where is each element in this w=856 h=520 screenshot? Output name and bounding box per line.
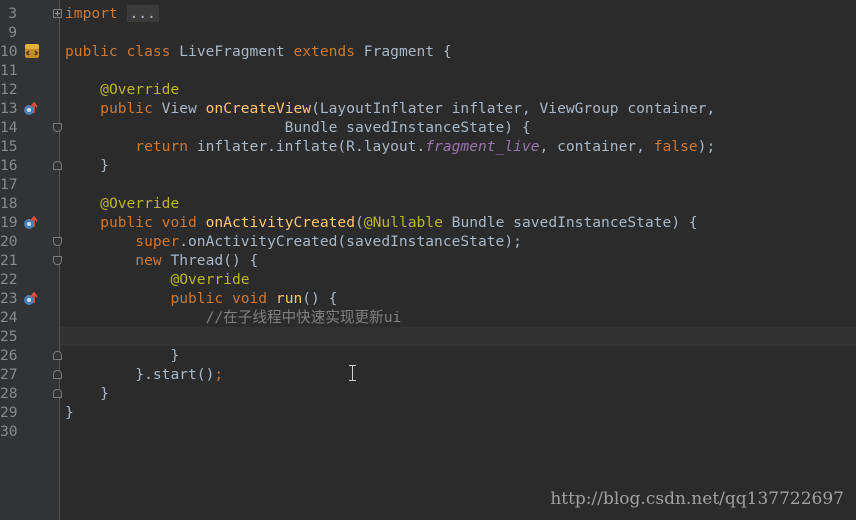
line-number: 10 <box>0 43 18 60</box>
keyword: public <box>65 43 118 60</box>
annotation: @Override <box>170 271 250 288</box>
code-text: Fragment { <box>363 43 452 60</box>
line-number: 18 <box>0 195 18 212</box>
keyword: void <box>161 214 197 231</box>
line-number: 21 <box>0 252 18 269</box>
code-text: } <box>100 157 109 174</box>
keyword: import <box>65 5 118 22</box>
code-text: inflater.inflate(R.layout. <box>196 138 426 155</box>
fold-collapse-icon[interactable] <box>53 161 62 170</box>
line-number: 12 <box>0 81 18 98</box>
code-text: } <box>170 347 180 364</box>
code-line-16[interactable]: } <box>65 156 109 175</box>
semicolon: ; <box>214 366 224 383</box>
code-text: ( <box>355 214 364 231</box>
code-line-26[interactable]: } <box>65 346 179 365</box>
code-text: Thread() { <box>170 252 259 269</box>
annotation: @Nullable <box>363 214 443 231</box>
line-number: 17 <box>0 176 18 193</box>
code-line-3[interactable]: import ... <box>65 4 159 23</box>
fold-collapse-icon[interactable] <box>53 351 62 360</box>
fold-collapse-icon[interactable] <box>53 256 62 265</box>
line-number: 28 <box>0 385 18 402</box>
line-number: 15 <box>0 138 18 155</box>
line-number: 29 <box>0 404 18 421</box>
code-text: , container, <box>539 138 654 155</box>
keyword: new <box>135 252 162 269</box>
fold-expand-icon[interactable] <box>53 9 62 18</box>
code-line-12[interactable]: @Override <box>65 80 179 99</box>
keyword: return <box>135 138 189 155</box>
keyword: public <box>100 100 153 117</box>
code-line-15[interactable]: return inflater.inflate(R.layout.fragmen… <box>65 137 715 156</box>
annotation: @Override <box>100 81 180 98</box>
line-number: 25 <box>0 328 18 345</box>
annotation: @Override <box>100 195 180 212</box>
code-text: ); <box>697 138 716 155</box>
code-line-23[interactable]: public void run() { <box>65 289 337 308</box>
class-name: LiveFragment <box>179 43 285 60</box>
line-number: 16 <box>0 157 18 174</box>
code-line-14[interactable]: Bundle savedInstanceState) { <box>65 118 531 137</box>
code-text: () { <box>302 290 338 307</box>
line-number: 22 <box>0 271 18 288</box>
fold-collapse-icon[interactable] <box>53 123 62 132</box>
code-text: (LayoutInflater inflater, ViewGroup cont… <box>311 100 716 117</box>
keyword: void <box>231 290 268 307</box>
fold-collapse-icon[interactable] <box>53 370 62 379</box>
code-line-29[interactable]: } <box>65 403 74 422</box>
override-method-icon[interactable] <box>23 291 39 307</box>
line-number: 23 <box>0 290 18 307</box>
keyword: super <box>135 233 180 250</box>
line-number: 27 <box>0 366 18 383</box>
watermark: http://blog.csdn.net/qq137722697 <box>550 489 844 509</box>
line-number: 19 <box>0 214 18 231</box>
code-line-24[interactable]: //在子线程中快速实现更新ui <box>65 308 402 327</box>
text-cursor-icon <box>349 365 356 381</box>
editor-gutter: 3 9 10 11 12 13 14 15 16 17 18 19 20 21 … <box>0 0 62 520</box>
code-text: View <box>161 100 197 117</box>
comment: //在子线程中快速实现更新ui <box>205 309 402 326</box>
code-text: } <box>65 404 74 421</box>
line-number: 9 <box>8 24 17 41</box>
fold-collapse-icon[interactable] <box>53 237 62 246</box>
code-text: Bundle savedInstanceState) { <box>284 119 531 136</box>
code-text: } <box>100 385 109 402</box>
code-line-19[interactable]: public void onActivityCreated(@Nullable … <box>65 213 698 232</box>
keyword: public <box>170 290 224 307</box>
override-method-icon[interactable] <box>23 101 39 117</box>
override-method-icon[interactable] <box>23 215 39 231</box>
line-number: 11 <box>0 62 18 79</box>
current-line-highlight <box>60 327 856 346</box>
keyword: public <box>100 214 153 231</box>
class-implementation-icon[interactable] <box>24 43 40 59</box>
keyword: extends <box>293 43 355 60</box>
line-number: 30 <box>0 423 18 440</box>
code-line-18[interactable]: @Override <box>65 194 179 213</box>
method-name: run <box>275 290 303 307</box>
fold-collapse-icon[interactable] <box>53 389 62 398</box>
code-line-13[interactable]: public View onCreateView(LayoutInflater … <box>65 99 715 118</box>
method-name: onCreateView <box>205 100 312 117</box>
code-text: }.start() <box>135 366 215 383</box>
code-line-20[interactable]: super.onActivityCreated(savedInstanceSta… <box>65 232 522 251</box>
code-text: Bundle savedInstanceState) { <box>451 214 698 231</box>
line-number: 26 <box>0 347 18 364</box>
line-number: 13 <box>0 100 18 117</box>
line-number: 14 <box>0 119 18 136</box>
line-number: 20 <box>0 233 18 250</box>
code-line-27[interactable]: }.start(); <box>65 365 223 384</box>
code-line-28[interactable]: } <box>65 384 109 403</box>
line-number: 3 <box>8 5 17 22</box>
keyword: false <box>653 138 698 155</box>
field-reference: fragment_live <box>425 138 540 155</box>
method-name: onActivityCreated <box>205 214 355 231</box>
folded-imports[interactable]: ... <box>126 5 159 22</box>
code-text: .onActivityCreated(savedInstanceState); <box>179 233 522 250</box>
line-number: 24 <box>0 309 18 326</box>
code-line-22[interactable]: @Override <box>65 270 250 289</box>
code-line-10[interactable]: public class LiveFragment extends Fragme… <box>65 42 452 61</box>
code-line-21[interactable]: new Thread() { <box>65 251 258 270</box>
keyword: class <box>126 43 171 60</box>
